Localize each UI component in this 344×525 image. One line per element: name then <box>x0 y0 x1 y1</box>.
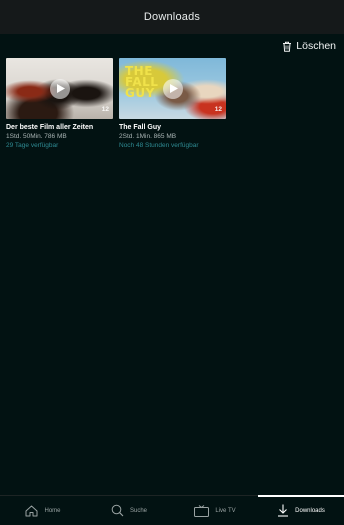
nav-label: Suche <box>129 507 147 514</box>
trash-icon <box>282 41 292 52</box>
downloads-screen: Downloads Löschen 12 Der beste Film alle… <box>0 0 344 525</box>
delete-button[interactable]: Löschen <box>282 40 336 52</box>
home-icon <box>25 505 38 517</box>
play-button[interactable] <box>162 78 183 99</box>
downloads-grid: 12 Der beste Film aller Zeiten 1Std. 50M… <box>6 58 226 150</box>
card-title: Der beste Film aller Zeiten <box>6 124 94 131</box>
play-icon <box>55 84 65 93</box>
nav-item-search[interactable]: Suche <box>86 496 172 525</box>
nav-label: Live TV <box>215 507 236 514</box>
download-card[interactable]: 12 Der beste Film aller Zeiten 1Std. 50M… <box>6 58 113 150</box>
play-icon <box>168 84 178 93</box>
age-rating-badge: 12 <box>214 106 222 113</box>
nav-item-home[interactable]: Home <box>0 496 86 525</box>
card-title: The Fall Guy <box>119 124 162 131</box>
tv-icon <box>194 504 210 517</box>
thumbnail[interactable]: THE FALL GUY 12 <box>119 58 226 119</box>
poster-title-art: THE FALL GUY <box>125 65 158 100</box>
nav-label: Home <box>44 507 61 514</box>
active-tab-indicator <box>258 495 344 497</box>
bottom-nav: Home Suche Live TV Downloads <box>0 495 344 525</box>
download-card[interactable]: THE FALL GUY 12 The Fall Guy 2Std. 1Min.… <box>119 58 226 150</box>
nav-item-live-tv[interactable]: Live TV <box>172 496 258 525</box>
nav-label: Downloads <box>295 507 325 514</box>
card-info: 1Std. 50Min. 786 MB <box>6 133 67 140</box>
play-button[interactable] <box>49 78 70 99</box>
download-icon <box>277 504 289 517</box>
card-availability: 29 Tage verfügbar <box>6 142 59 149</box>
page-title: Downloads <box>143 11 201 23</box>
poster-title-line: GUY <box>125 86 155 100</box>
search-icon <box>111 504 124 517</box>
nav-item-downloads[interactable]: Downloads <box>258 495 344 525</box>
card-availability: Noch 48 Stunden verfügbar <box>119 142 199 149</box>
top-bar: Downloads <box>0 0 344 34</box>
thumbnail[interactable]: 12 <box>6 58 113 119</box>
card-info: 2Std. 1Min. 865 MB <box>119 133 177 140</box>
delete-label: Löschen <box>296 40 336 52</box>
age-rating-badge: 12 <box>101 106 109 113</box>
